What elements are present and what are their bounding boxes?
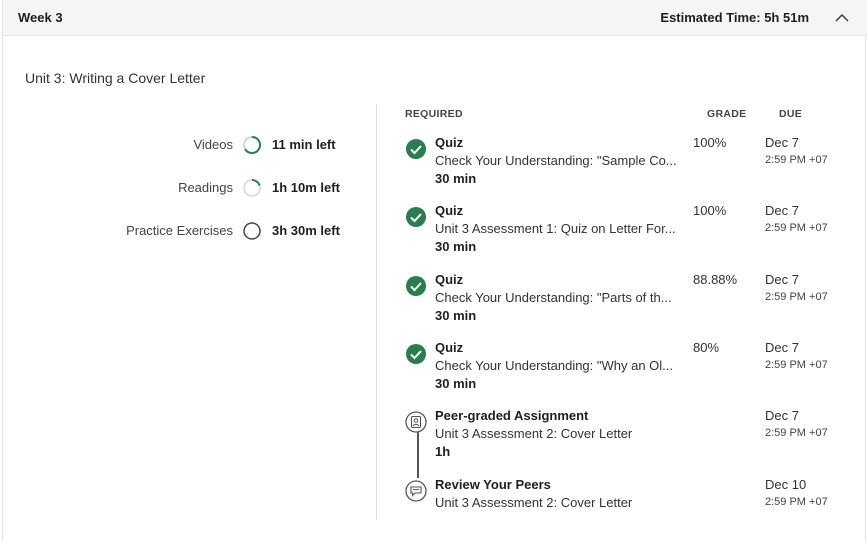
column-header-grade: GRADE xyxy=(707,108,747,120)
column-header-required: REQUIRED xyxy=(405,108,463,120)
summary-label: Videos xyxy=(193,137,233,152)
item-type: Quiz xyxy=(435,203,464,218)
item-title-link[interactable]: Unit 3 Assessment 2: Cover Letter xyxy=(435,426,681,441)
item-due-date: Dec 10 xyxy=(765,477,807,492)
chevron-up-icon[interactable] xyxy=(833,9,851,27)
progress-ring-icon xyxy=(242,178,262,198)
column-header-due: DUE xyxy=(779,108,803,120)
week-card: Week 3 Estimated Time: 5h 51m Unit 3: Wr… xyxy=(2,0,867,541)
item-duration: 30 min xyxy=(435,171,477,186)
item-due-time: 2:59 PM +07 xyxy=(765,291,828,303)
summary-row-videos: Videos 11 min left xyxy=(3,133,375,157)
item-due-time: 2:59 PM +07 xyxy=(765,359,828,371)
summary-row-readings: Readings 1h 10m left xyxy=(3,176,375,200)
summary-value: 1h 10m left xyxy=(272,180,340,195)
item-type: Review Your Peers xyxy=(435,477,551,492)
item-title-link[interactable]: Check Your Understanding: "Sample Co... xyxy=(435,153,681,168)
list-item[interactable]: Quiz Check Your Understanding: "Why an O… xyxy=(403,340,843,400)
item-due-time: 2:59 PM +07 xyxy=(765,222,828,234)
item-duration: 30 min xyxy=(435,308,477,323)
item-due-date: Dec 7 xyxy=(765,408,799,423)
unit-title: Unit 3: Writing a Cover Letter xyxy=(25,70,206,86)
check-circle-icon xyxy=(405,343,427,365)
summary-row-practice: Practice Exercises 3h 30m left xyxy=(3,219,375,243)
item-due-date: Dec 7 xyxy=(765,272,799,287)
item-duration: 1h xyxy=(435,444,451,459)
summary-label: Readings xyxy=(178,180,233,195)
item-type: Quiz xyxy=(435,340,464,355)
week-header[interactable]: Week 3 Estimated Time: 5h 51m xyxy=(3,0,867,36)
check-circle-icon xyxy=(405,275,427,297)
item-title-link[interactable]: Check Your Understanding: "Parts of th..… xyxy=(435,290,681,305)
item-due-date: Dec 7 xyxy=(765,203,799,218)
peer-review-icon xyxy=(405,480,427,502)
item-duration: 30 min xyxy=(435,239,477,254)
item-type: Quiz xyxy=(435,272,464,287)
item-due-date: Dec 7 xyxy=(765,135,799,150)
progress-ring-icon xyxy=(242,221,262,241)
summary-label: Practice Exercises xyxy=(126,223,233,238)
summary-value: 3h 30m left xyxy=(272,223,340,238)
item-grade: 100% xyxy=(693,135,727,150)
item-due-date: Dec 7 xyxy=(765,340,799,355)
item-duration: 30 min xyxy=(435,376,477,391)
list-item[interactable]: Peer-graded Assignment Unit 3 Assessment… xyxy=(403,408,843,468)
peer-assignment-icon xyxy=(405,411,427,433)
item-grade: 80% xyxy=(693,340,720,355)
item-type: Peer-graded Assignment xyxy=(435,408,589,423)
list-item[interactable]: Quiz Unit 3 Assessment 1: Quiz on Letter… xyxy=(403,203,843,263)
item-type: Quiz xyxy=(435,135,464,150)
item-title-link[interactable]: Check Your Understanding: "Why an Ol... xyxy=(435,358,681,373)
check-circle-icon xyxy=(405,138,427,160)
item-due-time: 2:59 PM +07 xyxy=(765,154,828,166)
item-due-time: 2:59 PM +07 xyxy=(765,496,828,508)
column-divider xyxy=(376,104,377,520)
summary-value: 11 min left xyxy=(272,137,336,152)
item-grade: 88.88% xyxy=(693,272,738,287)
estimated-time: Estimated Time: 5h 51m xyxy=(660,10,809,25)
item-due-time: 2:59 PM +07 xyxy=(765,427,828,439)
item-title-link[interactable]: Unit 3 Assessment 1: Quiz on Letter For.… xyxy=(435,221,681,236)
list-item[interactable]: Review Your Peers Unit 3 Assessment 2: C… xyxy=(403,477,843,537)
check-circle-icon xyxy=(405,206,427,228)
week-title: Week 3 xyxy=(18,10,63,25)
list-item[interactable]: Quiz Check Your Understanding: "Parts of… xyxy=(403,272,843,332)
item-title-link[interactable]: Unit 3 Assessment 2: Cover Letter xyxy=(435,495,681,510)
progress-ring-icon xyxy=(242,135,262,155)
item-grade: 100% xyxy=(693,203,727,218)
list-item[interactable]: Quiz Check Your Understanding: "Sample C… xyxy=(403,135,843,195)
